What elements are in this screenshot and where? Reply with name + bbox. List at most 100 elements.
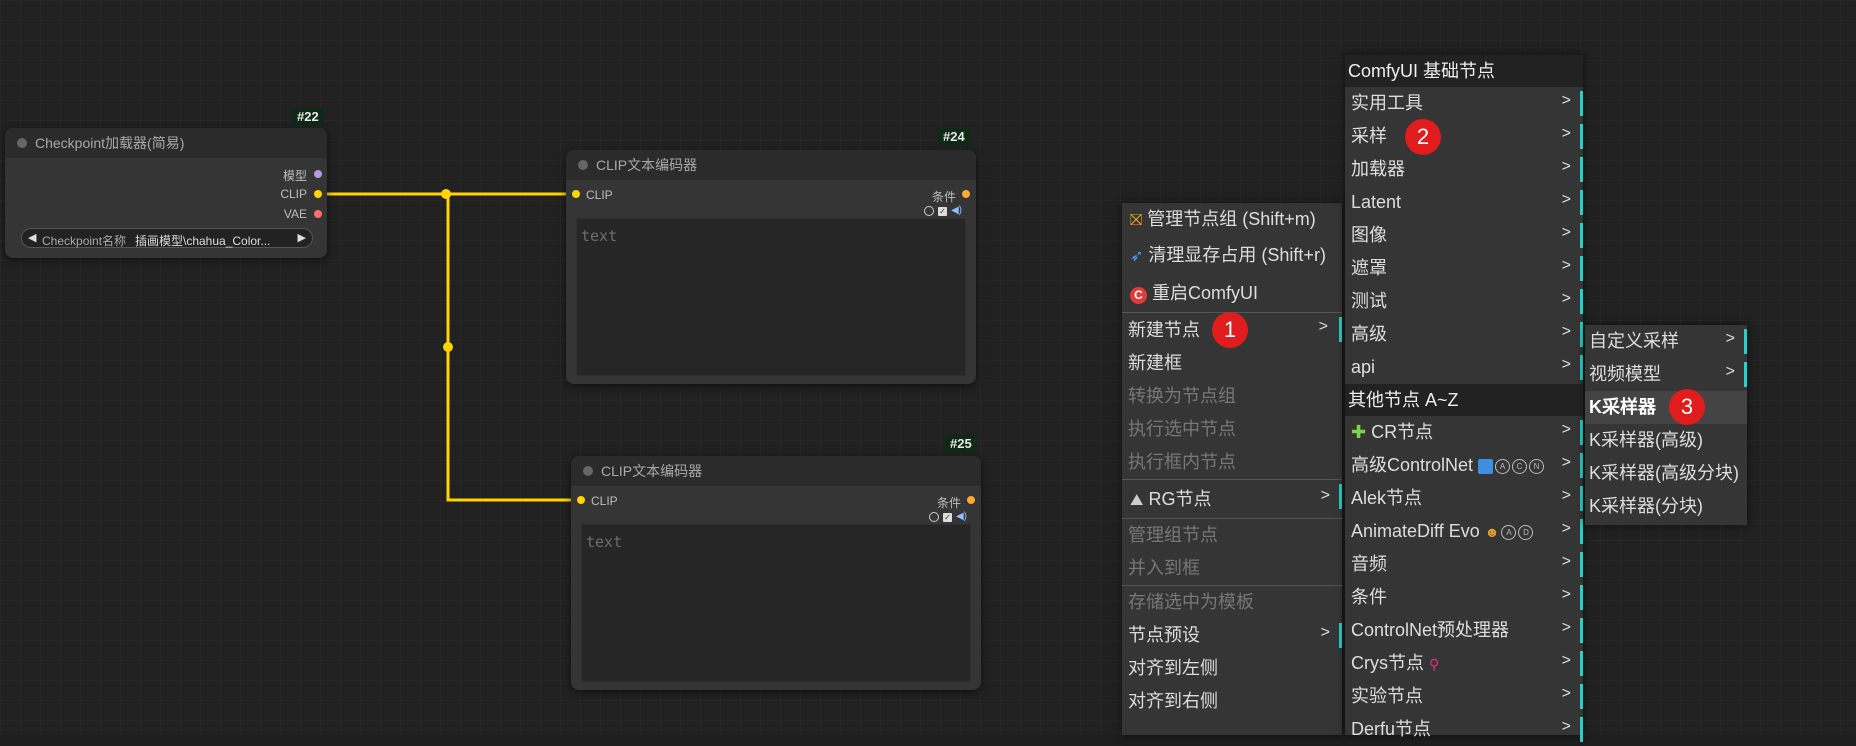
output-slot-clip[interactable] [314,190,322,198]
clip-wire-2[interactable] [446,194,580,502]
submenu-indicator [1339,623,1342,648]
circle-toggle-icon[interactable] [928,512,939,522]
node-title-bar[interactable]: CLIP文本编码器 [566,150,976,180]
sampler-ksampler-advanced[interactable]: K采样器(高级) [1585,424,1747,457]
submenu-indicator [1580,684,1583,709]
output-slot-conditioning[interactable] [967,496,975,504]
menu-item-align-right[interactable]: 对齐到右侧 [1122,685,1342,718]
chevron-right-icon: > [1318,318,1328,335]
menu-item-run-selected: 执行选中节点 [1128,419,1236,439]
reroute-dot[interactable] [443,342,453,352]
menu-item-merge-frame: 并入到框 [1128,558,1200,578]
chevron-right-icon: > [1561,290,1571,307]
brush-icon: ⚲ [1429,656,1440,672]
reroute-dot[interactable] [441,189,451,199]
menu-item-convert-group: 转换为节点组 [1128,386,1236,406]
category-sampling[interactable]: 采样 2 > [1345,119,1583,155]
category-advanced-controlnet[interactable]: 高级ControlNet A C N > [1345,449,1583,482]
sampler-submenu: 自定义采样 > 视频模型 > K采样器 3 K采样器(高级) K采样器(高级分块) K… [1585,325,1747,525]
output-slot-conditioning[interactable] [962,190,970,198]
checkbox-icon[interactable]: ✓ [937,206,947,216]
category-controlnet-preprocessors[interactable]: ControlNet预处理器 > [1345,614,1583,647]
chevron-right-icon: > [1725,363,1735,380]
menu-item-node-presets[interactable]: 节点预设 > [1122,619,1342,652]
chevron-right-icon: > [1561,125,1571,142]
output-label-conditioning: 条件 [931,190,956,204]
category-animatediff[interactable]: AnimateDiff Evo ☻ A D > [1345,515,1583,548]
category-advanced[interactable]: 高级 > [1345,318,1583,351]
checkpoint-loader-node[interactable]: Checkpoint加载器(简易) 模型 CLIP VAE ◀ Checkpoi… [5,128,327,258]
checkpoint-name-widget[interactable]: ◀ Checkpoint名称 插画模型\chahua_Color... ▶ [21,228,313,248]
node-title-bar[interactable]: CLIP文本编码器 [571,456,981,486]
node-group-icon: ⛝ [1130,212,1143,229]
input-slot-clip[interactable] [577,496,585,504]
menu-item-restart[interactable]: C 重启ComfyUI [1122,274,1342,312]
sampler-custom[interactable]: 自定义采样 > [1585,325,1747,358]
node-title: Checkpoint加载器(简易) [35,135,185,151]
sampler-video-model[interactable]: 视频模型 > [1585,358,1747,391]
speaker-icon[interactable]: ◀) [956,512,967,522]
prompt-textarea[interactable]: text [576,218,966,376]
node-title: CLIP文本编码器 [601,463,703,479]
menu-item-align-left[interactable]: 对齐到左侧 [1122,652,1342,685]
circle-toggle-icon[interactable] [923,206,934,216]
submenu-indicator [1580,355,1583,380]
chevron-right-icon: > [1561,520,1571,537]
menu-item-add-frame[interactable]: 新建框 [1122,347,1342,380]
input-slot-clip[interactable] [572,190,580,198]
submenu-indicator [1580,157,1583,182]
menu-item-rg-nodes[interactable]: ⛰ RG节点 > [1122,479,1342,518]
increment-arrow-icon[interactable]: ▶ [298,231,306,244]
node-category-submenu: ComfyUI 基础节点 实用工具 > 采样 2 > 加载器 > Latent > 图像 >… [1345,55,1583,742]
category-image[interactable]: 图像 > [1345,219,1583,252]
category-conditioning[interactable]: 条件 > [1345,581,1583,614]
category-audio[interactable]: 音频 > [1345,548,1583,581]
submenu-indicator [1580,585,1583,610]
prompt-textarea[interactable]: text [581,524,971,682]
category-alek-nodes[interactable]: Alek节点 > [1345,482,1583,515]
submenu-indicator [1580,651,1583,676]
sampler-ksampler-advanced-tiled[interactable]: K采样器(高级分块) [1585,457,1747,490]
category-latent[interactable]: Latent > [1345,186,1583,219]
clip-text-encode-node[interactable]: CLIP文本编码器 CLIP 条件 ✓ ◀) text [566,150,976,384]
category-utils[interactable]: 实用工具 > [1345,87,1583,120]
menu-item-manage-group[interactable]: ⛝ 管理节点组 (Shift+m) [1122,203,1342,236]
category-crys-nodes[interactable]: Crys节点 ⚲ > [1345,647,1583,680]
category-cr-nodes[interactable]: ✚ CR节点 > [1345,416,1583,449]
speaker-icon[interactable]: ◀) [951,206,962,216]
submenu-indicator [1580,552,1583,577]
node-title-bar[interactable]: Checkpoint加载器(简易) [5,128,327,158]
output-slot-model[interactable] [314,170,322,178]
controlnet-icon [1478,458,1494,474]
submenu-header: ComfyUI 基础节点 [1345,55,1583,87]
chevron-right-icon: > [1561,257,1571,274]
node-toggles: ✓ ◀) [928,512,967,522]
category-testing[interactable]: 测试 > [1345,285,1583,318]
collapse-dot-icon[interactable] [578,160,588,170]
chevron-right-icon: > [1561,454,1571,471]
collapse-dot-icon[interactable] [17,138,27,148]
puzzle-icon: ✚ [1351,422,1367,442]
category-api[interactable]: api > [1345,351,1583,384]
clip-text-encode-node[interactable]: CLIP文本编码器 CLIP 条件 ✓ ◀) text [571,456,981,690]
checkbox-icon[interactable]: ✓ [942,512,952,522]
letter-d-icon: D [1518,524,1534,540]
sampler-ksampler-tiled[interactable]: K采样器(分块) [1585,490,1747,523]
menu-item-add-node[interactable]: 新建节点 1 > [1122,312,1342,348]
menu-item-clear-vram[interactable]: ➶ 清理显存占用 (Shift+r) [1122,236,1342,274]
submenu-indicator [1744,329,1747,354]
submenu-indicator [1580,256,1583,281]
output-slot-vae[interactable] [314,210,322,218]
category-mask[interactable]: 遮罩 > [1345,252,1583,285]
restart-icon: C [1130,287,1147,304]
menu-item-manage-group-nodes: 管理组节点 [1122,518,1342,552]
output-label-vae: VAE [283,207,307,221]
submenu-indicator [1580,289,1583,314]
category-experimental[interactable]: 实验节点 > [1345,680,1583,713]
decrement-arrow-icon[interactable]: ◀ [28,231,36,244]
letter-c-icon: C [1512,458,1528,474]
category-loaders[interactable]: 加载器 > [1345,153,1583,186]
sampler-ksampler[interactable]: K采样器 3 [1585,389,1747,425]
category-derfu-nodes[interactable]: Derfu节点 > [1345,713,1583,746]
collapse-dot-icon[interactable] [583,466,593,476]
